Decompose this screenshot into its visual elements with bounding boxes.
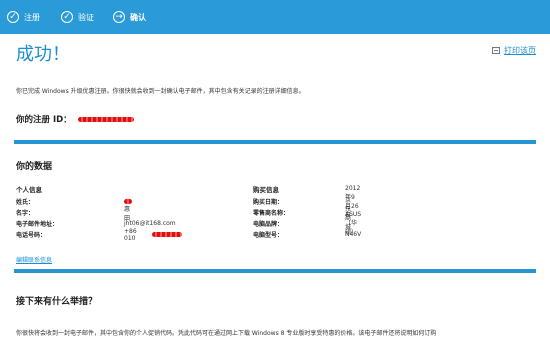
data-section-title: 你的数据 bbox=[16, 162, 53, 172]
confirmation-panel: 成功！ 打印该页 你已完成 Windows 升级优惠注册。你很快就会收到一封确认… bbox=[0, 34, 550, 339]
section-divider bbox=[14, 269, 536, 273]
kv-row: 电子邮件地址： jht06@it168.com bbox=[16, 218, 176, 229]
registration-id-row: 你的注册 ID： bbox=[16, 113, 134, 125]
field-label: 名字： bbox=[16, 210, 35, 217]
field-label: 电脑品牌： bbox=[253, 221, 284, 228]
registration-id-label: 你的注册 ID： bbox=[16, 115, 72, 125]
step-confirm: → 确认 bbox=[113, 9, 146, 25]
kv-row: 电话号码： +86 010 bbox=[16, 228, 182, 242]
arrow-right-icon: → bbox=[113, 11, 125, 23]
kv-row: 姓氏： bbox=[16, 196, 132, 207]
next-steps-title: 接下来有什么举措？ bbox=[16, 297, 98, 307]
field-label: 电话号码： bbox=[16, 232, 47, 239]
field-value: N46V bbox=[345, 231, 362, 238]
step-verify: ✓ 验证 bbox=[61, 9, 94, 25]
purchase-info-heading: 购买信息 bbox=[253, 186, 279, 194]
step-label: 验证 bbox=[78, 12, 94, 22]
redacted-registration-id bbox=[77, 116, 134, 122]
progress-bar: ✓ 注册 ✓ 验证 → 确认 bbox=[0, 0, 550, 34]
field-label: 姓氏： bbox=[16, 199, 35, 206]
kv-row: 名字： 惠田 bbox=[16, 206, 130, 222]
page-title: 成功！ bbox=[16, 44, 70, 65]
step-label: 注册 bbox=[24, 12, 40, 22]
kv-row: 购买日期： 2012年9月26日 bbox=[253, 185, 360, 219]
field-value: jht06@it168.com bbox=[124, 220, 176, 227]
print-icon bbox=[492, 47, 500, 54]
step-register: ✓ 注册 bbox=[7, 9, 40, 25]
print-label: 打印该页 bbox=[504, 46, 536, 55]
kv-row: 电脑品牌： ASUS（华硕） bbox=[253, 211, 361, 236]
intro-text: 你已完成 Windows 升级优惠注册。你很快就会收到一封确认电子邮件，其中包含… bbox=[16, 88, 305, 95]
section-divider bbox=[14, 140, 536, 144]
field-label: 电脑型号： bbox=[253, 232, 284, 239]
field-value: +86 010 bbox=[124, 227, 137, 242]
step-label: 确认 bbox=[130, 12, 146, 22]
purchase-info-column: 购买信息 购买日期： 2012年9月26日 零售商名称： 京东商城 电脑品牌： … bbox=[253, 184, 361, 240]
personal-info-column: 个人信息 姓氏： 名字： 惠田 电子邮件地址： jht06@it168.com … bbox=[16, 184, 182, 242]
field-label: 电子邮件地址： bbox=[16, 221, 59, 228]
redacted-phone bbox=[152, 232, 182, 237]
print-page-link[interactable]: 打印该页 bbox=[492, 45, 536, 56]
kv-row: 电脑型号： N46V bbox=[253, 229, 361, 240]
next-steps-text: 你很快将会收到一封电子邮件，其中包含你的个人促销代码。凭此代码可在通过网上下载 … bbox=[16, 330, 437, 337]
personal-info-heading: 个人信息 bbox=[16, 186, 42, 194]
kv-row: 零售商名称： 京东商城 bbox=[253, 197, 351, 231]
check-icon: ✓ bbox=[7, 11, 19, 23]
edit-contact-info-link[interactable]: 编辑联系信息 bbox=[16, 255, 52, 264]
field-label: 购买日期： bbox=[253, 199, 284, 206]
field-value: 惠田 bbox=[124, 205, 131, 222]
field-label: 零售商名称： bbox=[253, 210, 290, 217]
check-icon: ✓ bbox=[61, 11, 73, 23]
